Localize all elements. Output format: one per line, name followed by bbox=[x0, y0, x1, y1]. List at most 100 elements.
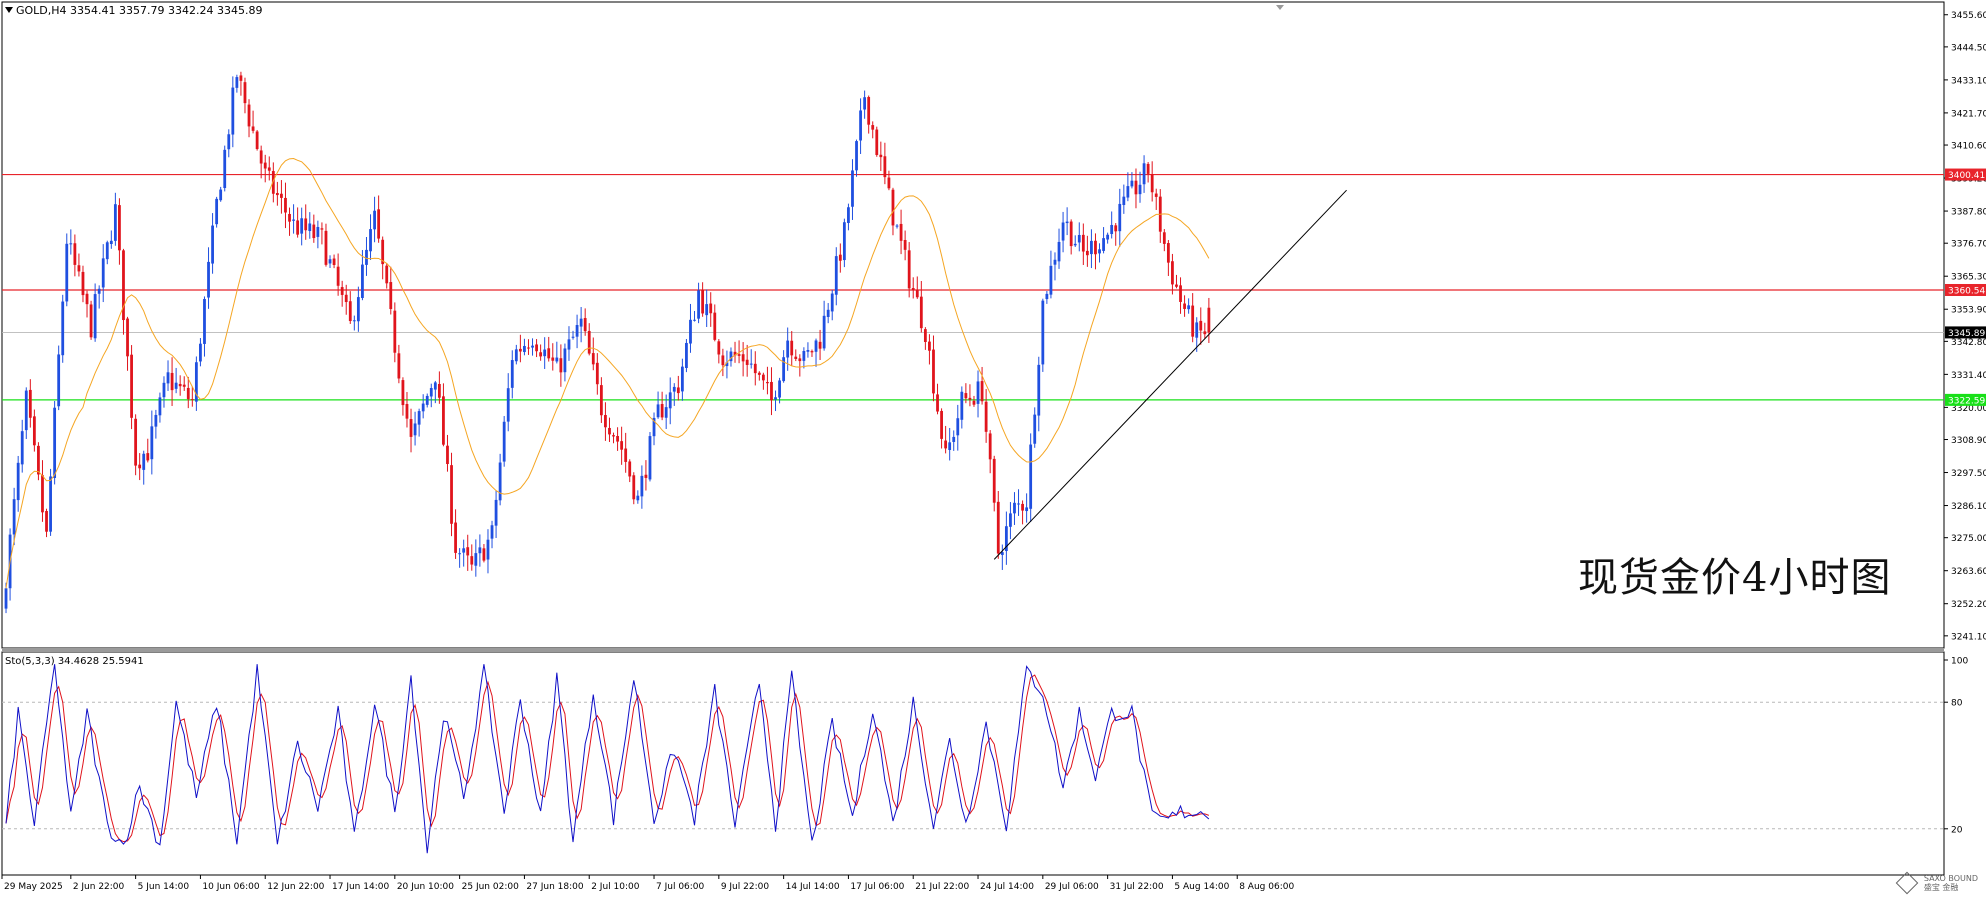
candle-body bbox=[1195, 322, 1199, 338]
candle-body bbox=[397, 353, 401, 379]
candle-body bbox=[69, 243, 73, 245]
candle-body bbox=[932, 349, 935, 394]
candle-body bbox=[142, 453, 146, 470]
candle-body bbox=[243, 82, 247, 104]
candle-body bbox=[806, 350, 810, 352]
candle-body bbox=[539, 352, 543, 357]
panel-separator bbox=[2, 648, 1944, 652]
candle-body bbox=[595, 362, 599, 385]
candle-body bbox=[324, 230, 328, 265]
candle-body bbox=[1061, 222, 1065, 241]
candle-body bbox=[174, 382, 178, 389]
candle-body bbox=[105, 242, 109, 260]
candle-body bbox=[454, 522, 457, 553]
candle-body bbox=[255, 131, 259, 150]
candle-body bbox=[421, 403, 425, 412]
candle-body bbox=[356, 297, 360, 322]
candle-body bbox=[227, 134, 231, 150]
x-tick-label: 5 Jun 14:00 bbox=[138, 882, 190, 892]
candle-body bbox=[919, 296, 923, 329]
candle-body bbox=[77, 265, 81, 272]
candle-body bbox=[1065, 221, 1069, 224]
candle-body bbox=[199, 343, 202, 362]
candle-body bbox=[636, 495, 640, 501]
candle-body bbox=[1037, 364, 1041, 416]
candle-body bbox=[948, 442, 952, 451]
candle-body bbox=[814, 340, 818, 352]
candle-body bbox=[1090, 240, 1093, 255]
candle-body bbox=[288, 213, 291, 222]
candle-body bbox=[1130, 180, 1134, 187]
candle-body bbox=[1166, 243, 1170, 263]
candle-body bbox=[1085, 250, 1089, 256]
candle-body bbox=[1138, 184, 1142, 195]
candle-body bbox=[308, 223, 312, 232]
candle-body bbox=[348, 301, 352, 322]
y-tick-label: 3241.10 bbox=[1951, 632, 1986, 642]
candle-body bbox=[721, 355, 725, 366]
candle-body bbox=[1025, 507, 1029, 512]
candle-body bbox=[113, 204, 117, 241]
candle-body bbox=[745, 359, 749, 365]
candle-body bbox=[911, 288, 915, 290]
candle-body bbox=[1069, 221, 1073, 247]
candle-body bbox=[1017, 503, 1020, 505]
chart-annotation: 现货金价4小时图 bbox=[1578, 555, 1892, 601]
candle-body bbox=[57, 354, 61, 407]
candle-body bbox=[563, 348, 567, 373]
candle-body bbox=[996, 501, 1000, 554]
candle-body bbox=[510, 360, 514, 388]
y-tick-label: 3421.70 bbox=[1951, 109, 1986, 119]
y-tick-label: 3455.60 bbox=[1951, 11, 1986, 21]
candle-body bbox=[523, 345, 526, 353]
candle-body bbox=[838, 254, 842, 261]
x-tick-label: 25 Jun 02:00 bbox=[462, 882, 519, 892]
candle-body bbox=[895, 225, 899, 227]
candle-body bbox=[980, 381, 984, 402]
candle-body bbox=[328, 259, 332, 264]
dropdown-triangle-icon[interactable] bbox=[5, 7, 13, 13]
x-tick-label: 24 Jul 14:00 bbox=[980, 882, 1034, 892]
x-tick-label: 5 Aug 14:00 bbox=[1174, 882, 1229, 892]
candle-body bbox=[571, 336, 575, 338]
candle-body bbox=[259, 150, 263, 164]
candle-body bbox=[1154, 193, 1158, 197]
candle-body bbox=[628, 461, 632, 477]
candle-body bbox=[37, 445, 40, 475]
candle-body bbox=[952, 436, 956, 442]
candle-body bbox=[1150, 174, 1154, 193]
chart-svg: 3455.603444.503433.103421.703410.603399.… bbox=[1, 1, 1986, 892]
candle-body bbox=[956, 418, 960, 436]
y-tick-label: 3376.70 bbox=[1951, 240, 1986, 250]
candle-body bbox=[527, 347, 530, 349]
candle-body bbox=[300, 218, 304, 234]
x-tick-label: 14 Jul 14:00 bbox=[786, 882, 840, 892]
y-tick-label: 3263.60 bbox=[1951, 567, 1986, 577]
candle-body bbox=[826, 309, 830, 317]
x-tick-label: 21 Jul 22:00 bbox=[915, 882, 969, 892]
candle-body bbox=[373, 210, 376, 230]
candle-body bbox=[705, 304, 709, 316]
candle-body bbox=[575, 325, 579, 337]
candle-body bbox=[879, 154, 883, 158]
candle-body bbox=[154, 414, 158, 427]
candle-body bbox=[45, 511, 48, 532]
candle-body bbox=[1102, 238, 1105, 251]
x-tick-label: 29 May 2025 bbox=[4, 882, 63, 892]
candle-body bbox=[482, 548, 486, 561]
candle-body bbox=[964, 393, 968, 399]
candle-body bbox=[85, 293, 89, 305]
symbol-ohlc-label: GOLD,H4 3354.41 3357.79 3342.24 3345.89 bbox=[16, 4, 263, 17]
candle-body bbox=[24, 390, 28, 431]
candle-body bbox=[336, 266, 340, 286]
candle-body bbox=[1146, 163, 1150, 174]
candle-body bbox=[182, 384, 186, 387]
candle-body bbox=[559, 358, 563, 373]
candle-body bbox=[393, 310, 397, 353]
candle-body bbox=[81, 271, 85, 296]
candle-body bbox=[340, 287, 344, 295]
candle-body bbox=[620, 441, 624, 450]
candle-body bbox=[134, 418, 138, 466]
candle-body bbox=[292, 219, 295, 221]
candle-body bbox=[668, 392, 672, 409]
